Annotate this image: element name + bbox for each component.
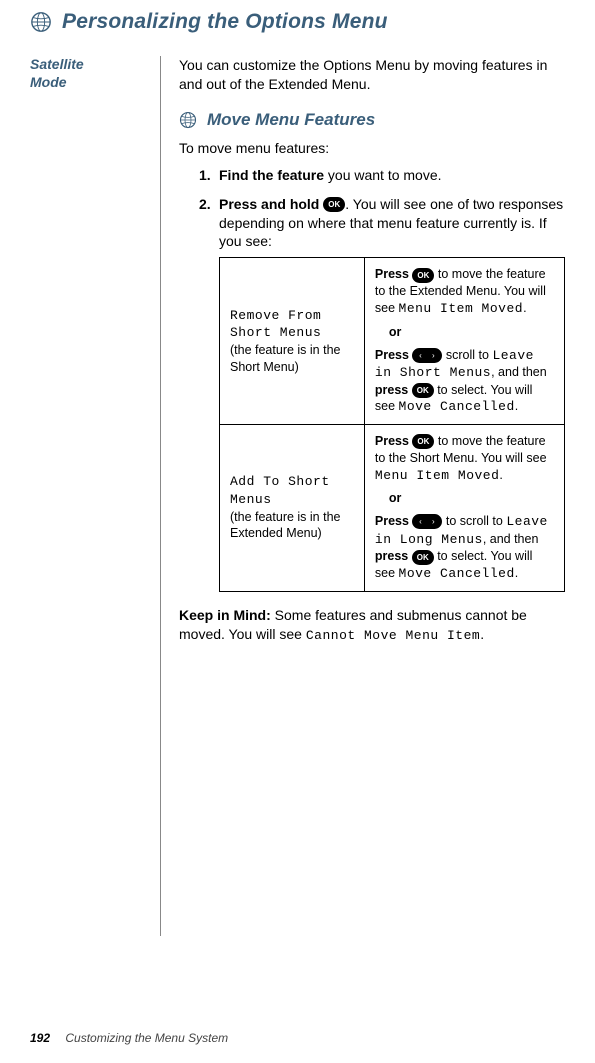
mode-label: Satellite Mode — [30, 56, 148, 91]
table-row: Remove From Short Menus (the feature is … — [220, 258, 565, 425]
step-2-bold: Press and hold — [219, 196, 323, 212]
action-b-press: Press — [375, 348, 413, 362]
chapter-title: Customizing the Menu System — [65, 1031, 228, 1045]
action-a-press: Press — [375, 267, 413, 281]
ok-icon: OK — [323, 197, 345, 212]
action-b-bold: press — [375, 549, 408, 563]
action-b-text2: , and then — [483, 532, 539, 546]
action-b-text1: to scroll to — [442, 514, 506, 528]
condition-note: (the feature is in the Short Menu) — [230, 343, 340, 374]
action-b-press: Press — [375, 514, 413, 528]
action-b-text2: , and then — [491, 365, 547, 379]
page-header: Personalizing the Options Menu — [30, 10, 565, 34]
condition-cell: Remove From Short Menus (the feature is … — [220, 258, 365, 425]
or-label: or — [389, 490, 554, 507]
action-a-lcd: Menu Item Moved — [399, 301, 524, 316]
action-a-lcd: Menu Item Moved — [375, 468, 500, 483]
scroll-icon: ‹ › — [412, 514, 442, 529]
mode-label-line1: Satellite — [30, 56, 84, 72]
ok-icon: OK — [412, 550, 434, 565]
main-content: You can customize the Options Menu by mo… — [160, 56, 565, 936]
table-row: Add To Short Menus (the feature is in th… — [220, 425, 565, 592]
condition-cell: Add To Short Menus (the feature is in th… — [220, 425, 365, 592]
page-number: 192 — [30, 1031, 50, 1045]
section-title: Move Menu Features — [207, 110, 375, 130]
content-columns: Satellite Mode You can customize the Opt… — [30, 56, 565, 936]
condition-note: (the feature is in the Extended Menu) — [230, 510, 340, 541]
sidebar: Satellite Mode — [30, 56, 160, 936]
step-2: 2. Press and hold OK. You will see one o… — [199, 195, 565, 592]
scroll-icon: ‹ › — [412, 348, 442, 363]
section-lead: To move menu features: — [179, 140, 565, 156]
globe-icon — [179, 111, 197, 129]
keep-lcd: Cannot Move Menu Item — [306, 628, 480, 643]
step-1: 1. Find the feature you want to move. — [199, 166, 565, 185]
action-cell: Press OK to move the feature to the Shor… — [364, 425, 564, 592]
globe-icon — [30, 11, 52, 33]
intro-paragraph: You can customize the Options Menu by mo… — [179, 56, 565, 94]
action-b-bold: press — [375, 383, 408, 397]
action-b-lcd2: Move Cancelled — [399, 566, 515, 581]
keep-in-mind: Keep in Mind: Some features and submenus… — [179, 606, 565, 644]
action-b-lcd2: Move Cancelled — [399, 399, 515, 414]
section-header: Move Menu Features — [179, 110, 565, 130]
action-cell: Press OK to move the feature to the Exte… — [364, 258, 564, 425]
action-b-text1: scroll to — [442, 348, 492, 362]
action-a-press: Press — [375, 434, 413, 448]
page-title: Personalizing the Options Menu — [62, 10, 388, 34]
step-1-rest: you want to move. — [324, 167, 442, 183]
steps-list: 1. Find the feature you want to move. 2.… — [179, 166, 565, 592]
step-number: 1. — [199, 166, 211, 185]
condition-lcd: Remove From Short Menus — [230, 308, 321, 341]
mode-label-line2: Mode — [30, 74, 67, 90]
step-number: 2. — [199, 195, 211, 214]
step-1-bold: Find the feature — [219, 167, 324, 183]
or-label: or — [389, 324, 554, 341]
condition-lcd: Add To Short Menus — [230, 474, 330, 507]
keep-bold: Keep in Mind: — [179, 607, 271, 623]
ok-icon: OK — [412, 268, 434, 283]
ok-icon: OK — [412, 383, 434, 398]
page-footer: 192 Customizing the Menu System — [30, 1031, 228, 1045]
response-table: Remove From Short Menus (the feature is … — [219, 257, 565, 591]
ok-icon: OK — [412, 434, 434, 449]
